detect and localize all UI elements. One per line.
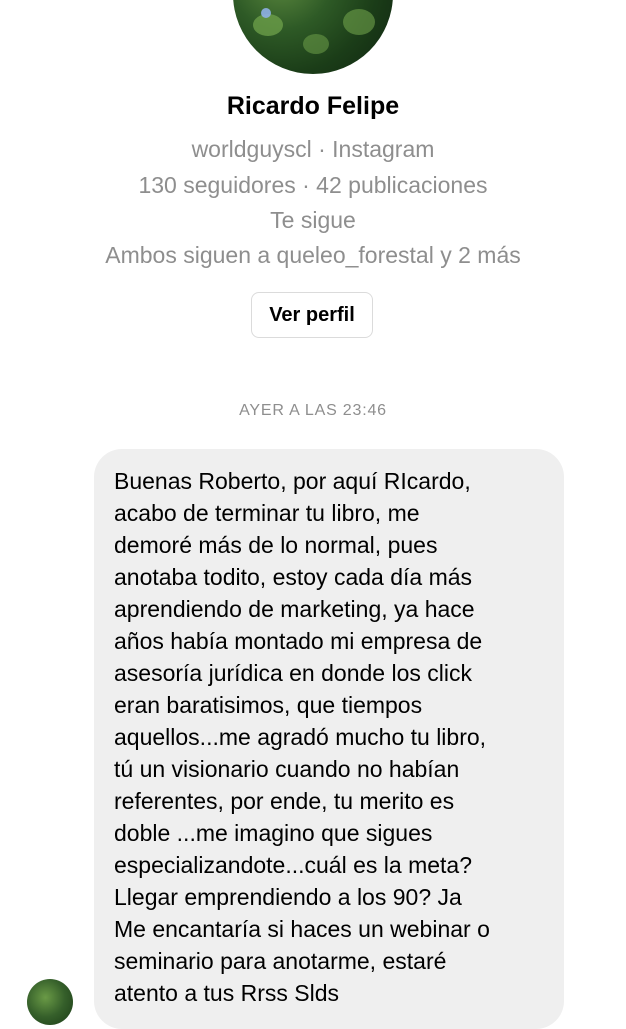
message-line: doble ...me imagino que sigues: [114, 820, 433, 846]
message-line: eran baratisimos, que tiempos: [114, 692, 423, 718]
avatar-flower: [261, 8, 271, 18]
message-line: Me encantaría si haces un webinar o: [114, 916, 490, 942]
message-line: referentes, por ende, tu merito es: [114, 788, 455, 814]
profile-handle: worldguyscl · Instagram: [191, 136, 435, 162]
profile-name: Ricardo Felipe: [226, 92, 400, 120]
message-line: años había montado mi empresa de: [114, 628, 483, 654]
message-line: asesoría jurídica en donde los click: [114, 660, 472, 686]
profile-avatar[interactable]: [233, 0, 393, 74]
message-line: Llegar emprendiendo a los 90? Ja: [114, 884, 462, 910]
message-line: tú un visionario cuando no habían: [114, 756, 460, 782]
avatar-foliage: [303, 34, 329, 54]
message-line: Buenas Roberto, por aquí RIcardo,: [114, 468, 471, 494]
sender-avatar[interactable]: [27, 979, 73, 1025]
message-line: demoré más de lo normal, pues: [114, 532, 438, 558]
message-line: atento a tus Rrss Slds: [114, 980, 339, 1006]
message-line: aprendiendo de marketing, ya hace: [114, 596, 475, 622]
message-line: seminario para anotarme, estaré: [114, 948, 447, 974]
mutual-followers: Ambos siguen a queleo_forestal y 2 más: [105, 242, 521, 268]
message-timestamp: AYER A LAS 23:46: [239, 402, 387, 419]
message-line: anotaba todito, estoy cada día más: [114, 564, 473, 590]
avatar-foliage: [343, 9, 375, 35]
message-bubble[interactable]: Buenas Roberto, por aquí RIcardo, acabo …: [94, 449, 564, 1029]
message-line: acabo de terminar tu libro, me: [114, 500, 420, 526]
follows-you-label: Te sigue: [270, 207, 356, 233]
message-line: aquellos...me agradó mucho tu libro,: [114, 724, 487, 750]
message-line: especializandote...cuál es la meta?: [114, 852, 472, 878]
view-profile-button[interactable]: Ver perfil: [251, 292, 373, 338]
profile-stats: 130 seguidores · 42 publicaciones: [138, 172, 488, 198]
